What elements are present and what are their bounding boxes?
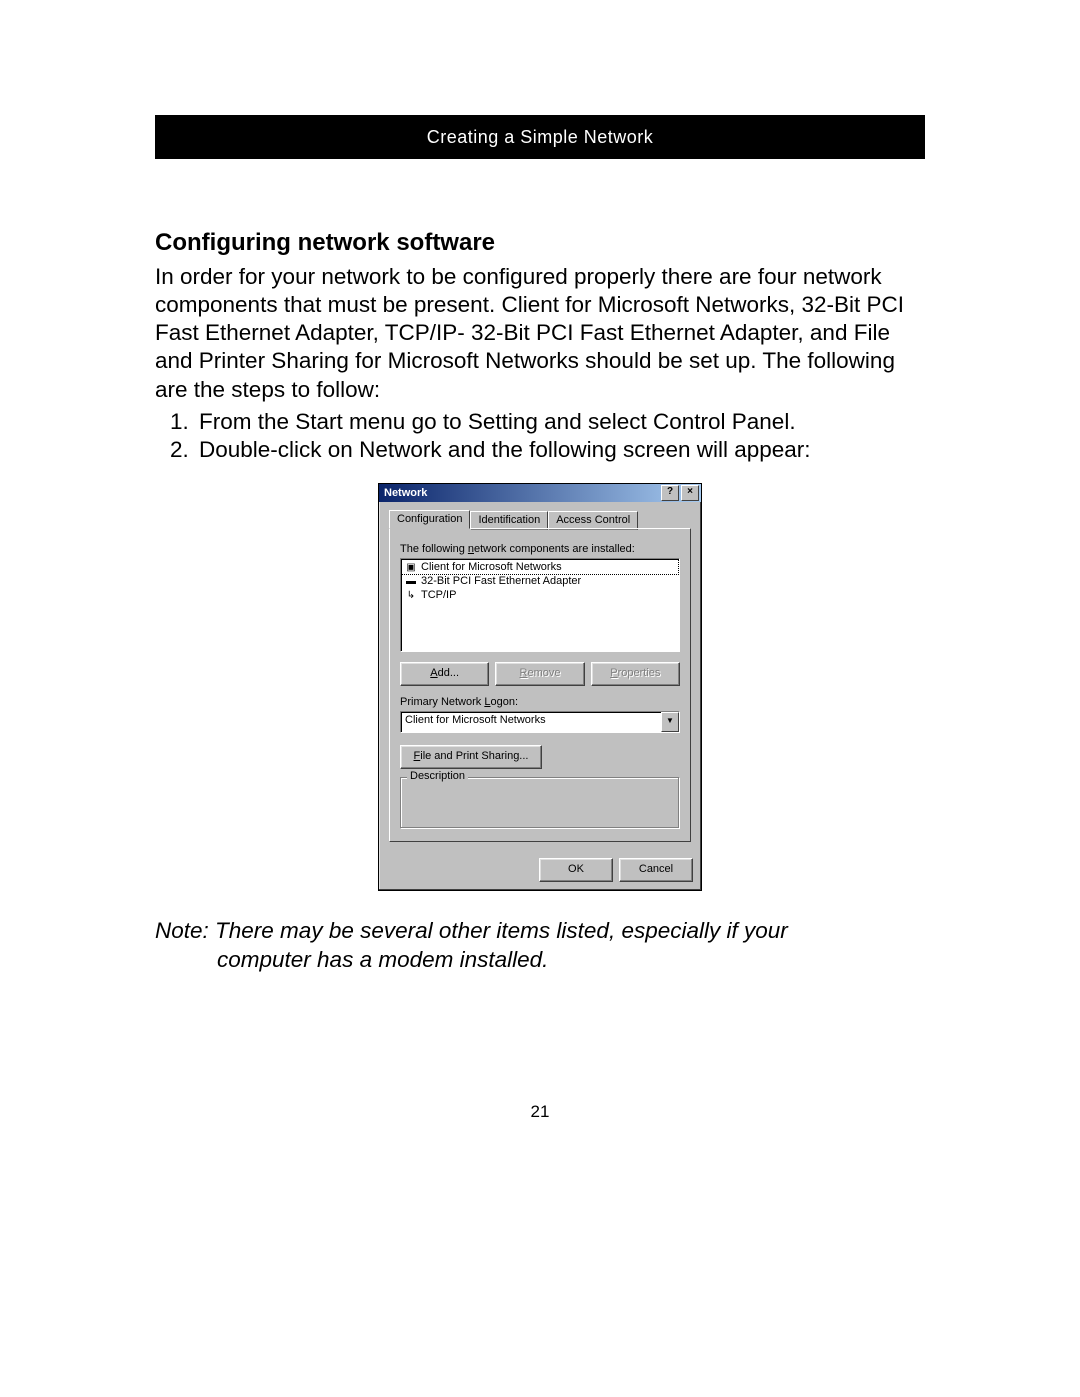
component-buttons: Add... Remove Properties bbox=[400, 662, 680, 686]
network-dialog: Network ? × Configuration Identification… bbox=[378, 483, 702, 891]
client-icon: ▣ bbox=[404, 561, 418, 573]
components-label: The following network components are ins… bbox=[400, 543, 680, 555]
section-heading: Configuring network software bbox=[155, 229, 925, 257]
ok-button[interactable]: OK bbox=[539, 858, 613, 882]
step-item: From the Start menu go to Setting and se… bbox=[195, 408, 925, 437]
step-item: Double-click on Network and the followin… bbox=[195, 436, 925, 465]
description-group: Description bbox=[400, 777, 680, 829]
tab-panel: The following network components are ins… bbox=[389, 528, 691, 842]
chapter-header: Creating a Simple Network bbox=[155, 115, 925, 159]
dialog-title: Network bbox=[381, 487, 659, 499]
page-number: 21 bbox=[0, 1102, 1080, 1122]
intro-paragraph: In order for your network to be configur… bbox=[155, 263, 925, 404]
primary-logon-label: Primary Network Logon: bbox=[400, 696, 680, 708]
dialog-titlebar[interactable]: Network ? × bbox=[379, 484, 701, 502]
list-item[interactable]: ↳ TCP/IP bbox=[402, 588, 678, 602]
screenshot-container: Network ? × Configuration Identification… bbox=[155, 483, 925, 891]
primary-logon-combo[interactable]: Client for Microsoft Networks ▼ bbox=[400, 711, 680, 733]
protocol-icon: ↳ bbox=[404, 589, 418, 601]
add-button[interactable]: Add... bbox=[400, 662, 489, 686]
note-text: Note: There may be several other items l… bbox=[155, 917, 925, 975]
dialog-footer: OK Cancel bbox=[379, 852, 701, 890]
chapter-title: Creating a Simple Network bbox=[427, 127, 654, 148]
close-icon[interactable]: × bbox=[681, 485, 699, 501]
help-icon[interactable]: ? bbox=[661, 485, 679, 501]
dialog-body: Configuration Identification Access Cont… bbox=[379, 502, 701, 852]
chevron-down-icon[interactable]: ▼ bbox=[661, 712, 679, 732]
document-page: Creating a Simple Network Configuring ne… bbox=[0, 0, 1080, 1397]
remove-button: Remove bbox=[495, 662, 584, 686]
list-item-label: Client for Microsoft Networks bbox=[421, 561, 562, 573]
adapter-icon: ▬ bbox=[404, 575, 418, 587]
list-item-label: TCP/IP bbox=[421, 589, 456, 601]
tab-strip: Configuration Identification Access Cont… bbox=[389, 510, 691, 529]
combo-value: Client for Microsoft Networks bbox=[401, 712, 661, 732]
file-print-sharing-button[interactable]: File and Print Sharing... bbox=[400, 745, 542, 769]
list-item[interactable]: ▣ Client for Microsoft Networks bbox=[402, 560, 678, 574]
components-listbox[interactable]: ▣ Client for Microsoft Networks ▬ 32-Bit… bbox=[400, 558, 680, 652]
list-item[interactable]: ▬ 32-Bit PCI Fast Ethernet Adapter bbox=[402, 574, 678, 588]
list-item-label: 32-Bit PCI Fast Ethernet Adapter bbox=[421, 575, 581, 587]
cancel-button[interactable]: Cancel bbox=[619, 858, 693, 882]
tab-configuration[interactable]: Configuration bbox=[389, 510, 470, 529]
description-label: Description bbox=[407, 770, 468, 782]
properties-button: Properties bbox=[591, 662, 680, 686]
steps-list: From the Start menu go to Setting and se… bbox=[155, 408, 925, 466]
